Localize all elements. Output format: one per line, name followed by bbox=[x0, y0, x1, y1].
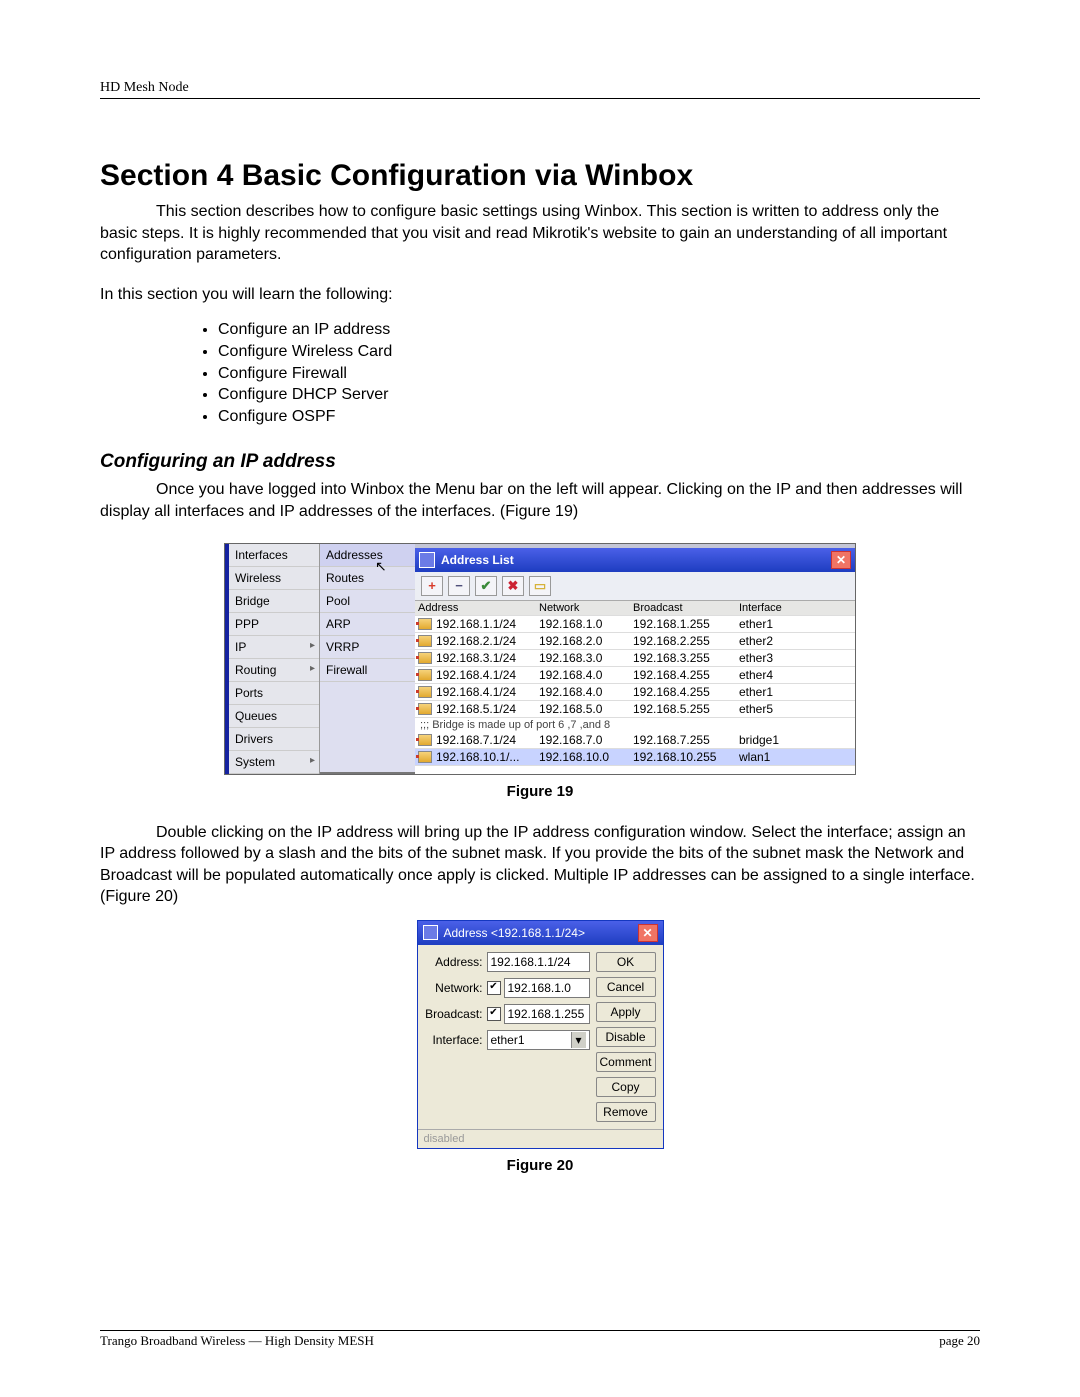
window-title: Address List bbox=[441, 553, 514, 567]
menu-item-interfaces[interactable]: Interfaces bbox=[229, 544, 319, 567]
section-intro: This section describes how to configure … bbox=[100, 201, 980, 266]
window-icon bbox=[423, 925, 438, 940]
subsection-after-text: Double clicking on the IP address will b… bbox=[100, 822, 980, 908]
menu-item-drivers[interactable]: Drivers bbox=[229, 728, 319, 751]
table-row[interactable]: 192.168.1.1/24192.168.1.0192.168.1.255et… bbox=[415, 616, 855, 633]
footer-right: page 20 bbox=[939, 1333, 980, 1349]
table-row[interactable]: 192.168.4.1/24192.168.4.0192.168.4.255et… bbox=[415, 684, 855, 701]
col-interface[interactable]: Interface bbox=[736, 601, 855, 615]
bullet-list: Configure an IP address Configure Wirele… bbox=[100, 319, 980, 427]
disable-icon[interactable]: ✖ bbox=[502, 576, 524, 596]
ip-address-icon bbox=[418, 734, 432, 746]
menu-item-system[interactable]: System▸ bbox=[229, 751, 319, 774]
ip-address-icon bbox=[418, 751, 432, 763]
interface-label: Interface: bbox=[425, 1033, 483, 1047]
section-title: Section 4 Basic Configuration via Winbox bbox=[100, 159, 980, 193]
comment-icon[interactable]: ▭ bbox=[529, 576, 551, 596]
list-item: Configure DHCP Server bbox=[218, 384, 980, 406]
learn-lead: In this section you will learn the follo… bbox=[100, 284, 980, 306]
col-network[interactable]: Network bbox=[536, 601, 630, 615]
menu-item-wireless[interactable]: Wireless bbox=[229, 567, 319, 590]
ip-address-icon bbox=[418, 652, 432, 664]
broadcast-checkbox[interactable]: ✔ bbox=[487, 1007, 501, 1021]
submenu-item-firewall[interactable]: Firewall bbox=[320, 659, 415, 682]
menu-item-queues[interactable]: Queues bbox=[229, 705, 319, 728]
submenu-arrow-icon: ▸ bbox=[310, 663, 315, 674]
copy-button[interactable]: Copy bbox=[596, 1077, 656, 1097]
ip-address-icon bbox=[418, 703, 432, 715]
address-table: Address Network Broadcast Interface 192.… bbox=[415, 601, 855, 774]
status-bar: disabled bbox=[418, 1129, 663, 1148]
chevron-down-icon[interactable]: ▾ bbox=[571, 1032, 586, 1048]
col-broadcast[interactable]: Broadcast bbox=[630, 601, 736, 615]
ip-address-icon bbox=[418, 635, 432, 647]
remove-icon[interactable]: − bbox=[448, 576, 470, 596]
subsection-text: Once you have logged into Winbox the Men… bbox=[100, 479, 980, 522]
menu-item-routing[interactable]: Routing▸ bbox=[229, 659, 319, 682]
window-icon bbox=[419, 552, 435, 568]
interface-select[interactable]: ether1 ▾ bbox=[487, 1030, 590, 1050]
ip-address-icon bbox=[418, 686, 432, 698]
page-footer: Trango Broadband Wireless — High Density… bbox=[100, 1330, 980, 1349]
address-label: Address: bbox=[425, 955, 483, 969]
ip-address-icon bbox=[418, 669, 432, 681]
address-list-toolbar: +−✔✖▭ bbox=[415, 572, 855, 601]
list-item: Configure Firewall bbox=[218, 363, 980, 385]
submenu-item-addresses[interactable]: Addresses↖ bbox=[320, 544, 415, 567]
table-row[interactable]: 192.168.5.1/24192.168.5.0192.168.5.255et… bbox=[415, 701, 855, 718]
close-icon[interactable]: ✕ bbox=[638, 924, 658, 942]
ip-submenu: Addresses↖RoutesPoolARPVRRPFirewall bbox=[320, 544, 415, 774]
add-icon[interactable]: + bbox=[421, 576, 443, 596]
apply-button[interactable]: Apply bbox=[596, 1002, 656, 1022]
figure-19-winbox: InterfacesWirelessBridgePPPIP▸Routing▸Po… bbox=[224, 543, 856, 775]
menu-item-ports[interactable]: Ports bbox=[229, 682, 319, 705]
address-list-titlebar[interactable]: Address List ✕ bbox=[415, 548, 855, 572]
submenu-arrow-icon: ▸ bbox=[310, 755, 315, 766]
page-header: HD Mesh Node bbox=[100, 80, 980, 99]
network-label: Network: bbox=[425, 981, 483, 995]
submenu-item-arp[interactable]: ARP bbox=[320, 613, 415, 636]
submenu-item-pool[interactable]: Pool bbox=[320, 590, 415, 613]
submenu-arrow-icon: ▸ bbox=[310, 640, 315, 651]
subsection-title: Configuring an IP address bbox=[100, 451, 980, 473]
submenu-item-vrrp[interactable]: VRRP bbox=[320, 636, 415, 659]
list-item: Configure an IP address bbox=[218, 319, 980, 341]
bridge-comment-row: ;;; Bridge is made up of port 6 ,7 ,and … bbox=[415, 718, 855, 732]
table-row[interactable]: 192.168.10.1/...192.168.10.0192.168.10.2… bbox=[415, 749, 855, 766]
main-menu: InterfacesWirelessBridgePPPIP▸Routing▸Po… bbox=[229, 544, 320, 774]
network-field[interactable]: 192.168.1.0 bbox=[504, 978, 590, 998]
address-field[interactable]: 192.168.1.1/24 bbox=[487, 952, 590, 972]
network-checkbox[interactable]: ✔ bbox=[487, 981, 501, 995]
remove-button[interactable]: Remove bbox=[596, 1102, 656, 1122]
list-item: Configure OSPF bbox=[218, 406, 980, 428]
cancel-button[interactable]: Cancel bbox=[596, 977, 656, 997]
footer-left: Trango Broadband Wireless — High Density… bbox=[100, 1333, 374, 1349]
figure-20-caption: Figure 20 bbox=[100, 1157, 980, 1174]
submenu-item-routes[interactable]: Routes bbox=[320, 567, 415, 590]
table-row[interactable]: 192.168.4.1/24192.168.4.0192.168.4.255et… bbox=[415, 667, 855, 684]
table-row[interactable]: 192.168.7.1/24192.168.7.0192.168.7.255br… bbox=[415, 732, 855, 749]
ip-address-icon bbox=[418, 618, 432, 630]
close-icon[interactable]: ✕ bbox=[831, 551, 851, 569]
enable-icon[interactable]: ✔ bbox=[475, 576, 497, 596]
menu-item-ip[interactable]: IP▸ bbox=[229, 636, 319, 659]
dialog-title: Address <192.168.1.1/24> bbox=[444, 926, 638, 940]
ok-button[interactable]: OK bbox=[596, 952, 656, 972]
list-item: Configure Wireless Card bbox=[218, 341, 980, 363]
table-row[interactable]: 192.168.3.1/24192.168.3.0192.168.3.255et… bbox=[415, 650, 855, 667]
table-row[interactable]: 192.168.2.1/24192.168.2.0192.168.2.255et… bbox=[415, 633, 855, 650]
broadcast-field[interactable]: 192.168.1.255 bbox=[504, 1004, 590, 1024]
figure-19-caption: Figure 19 bbox=[100, 783, 980, 800]
col-address[interactable]: Address bbox=[415, 601, 536, 615]
figure-20-address-dialog: Address <192.168.1.1/24> ✕ Address: 192.… bbox=[417, 920, 664, 1149]
menu-item-bridge[interactable]: Bridge bbox=[229, 590, 319, 613]
menu-item-ppp[interactable]: PPP bbox=[229, 613, 319, 636]
broadcast-label: Broadcast: bbox=[425, 1007, 483, 1021]
comment-button[interactable]: Comment bbox=[596, 1052, 656, 1072]
dialog-titlebar[interactable]: Address <192.168.1.1/24> ✕ bbox=[418, 921, 663, 945]
disable-button[interactable]: Disable bbox=[596, 1027, 656, 1047]
